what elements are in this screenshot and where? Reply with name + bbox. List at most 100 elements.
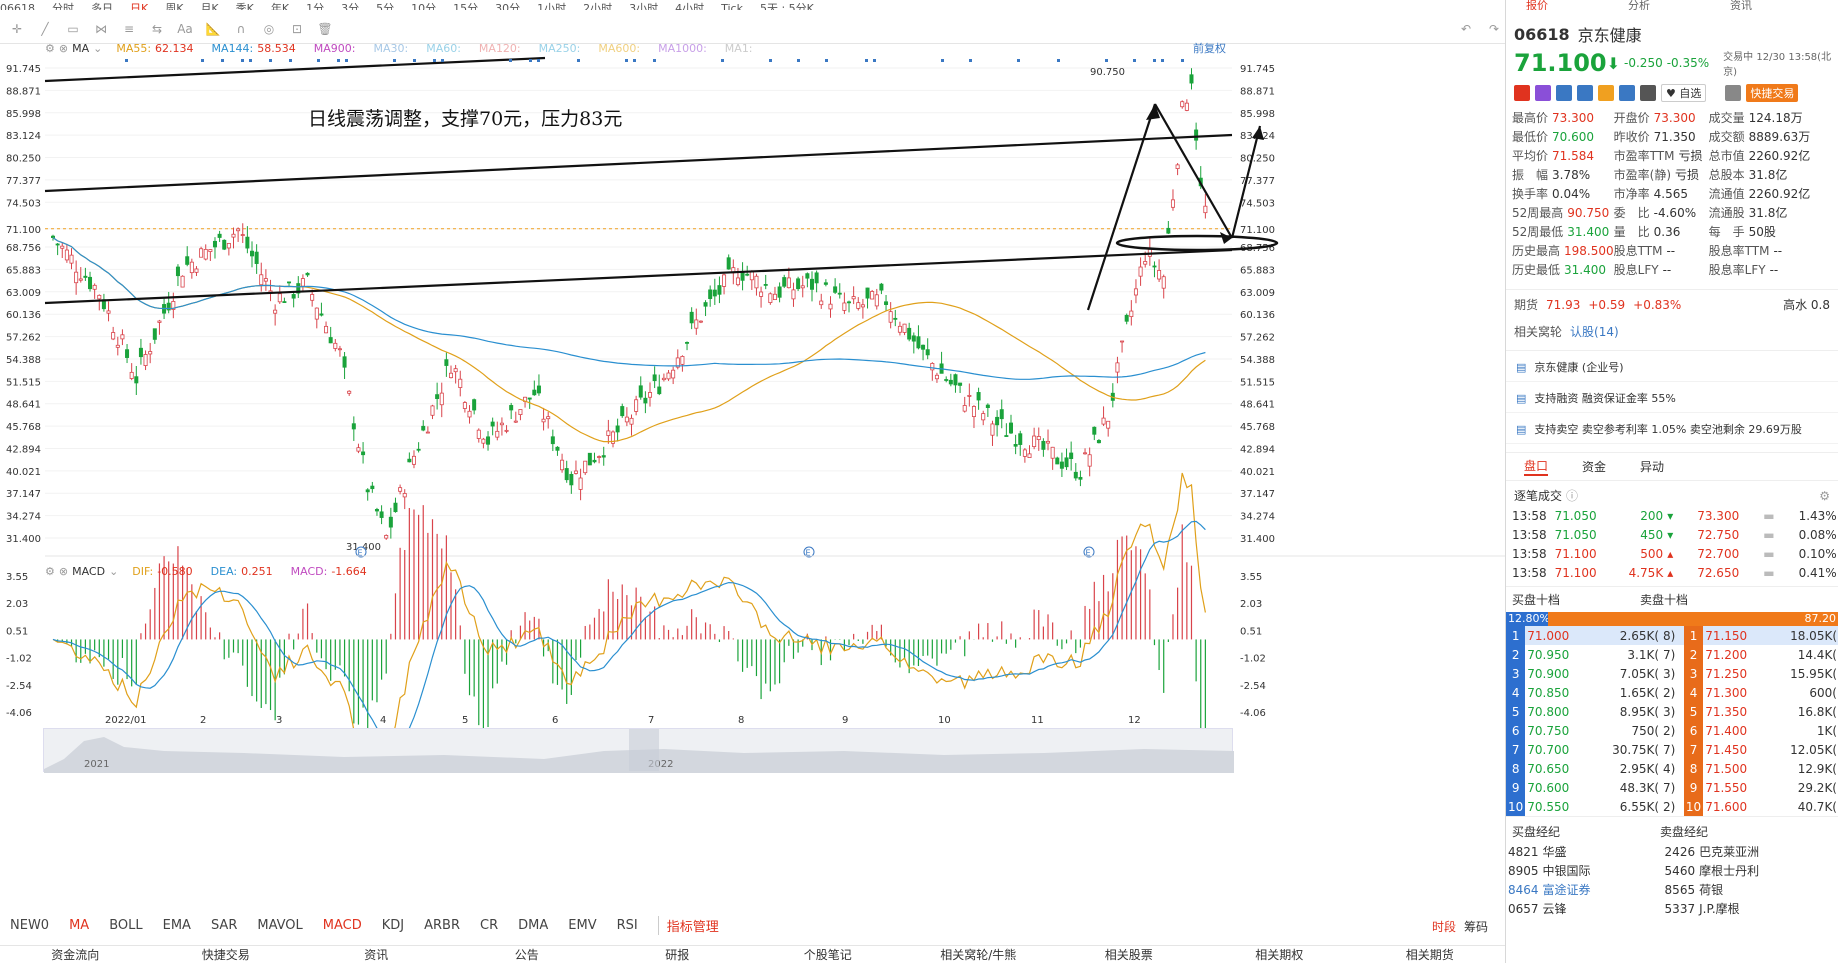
fib-tool-icon[interactable]: ≡ bbox=[118, 20, 140, 38]
news-dot[interactable] bbox=[269, 59, 272, 62]
macd-settings-icon[interactable]: ⚙ bbox=[45, 565, 55, 578]
news-dot[interactable] bbox=[1153, 59, 1156, 62]
indicator-10[interactable]: DMA bbox=[518, 918, 548, 933]
info-icon[interactable]: ⓘ bbox=[1566, 487, 1578, 504]
bid-price[interactable]: 71.000 bbox=[1525, 626, 1589, 645]
macd-close-icon[interactable]: ⊗ bbox=[59, 565, 68, 578]
bid-price[interactable]: 70.850 bbox=[1525, 683, 1589, 702]
bid-price[interactable]: 70.650 bbox=[1525, 759, 1589, 778]
bottom-link-6[interactable]: 相关窝轮/牛熊 bbox=[903, 946, 1054, 963]
news-dot[interactable] bbox=[969, 59, 972, 62]
lock-icon[interactable]: ⊡ bbox=[286, 20, 308, 38]
settings-small-icon[interactable]: ⚙ bbox=[1819, 489, 1830, 503]
ma-item-9[interactable]: MA1: bbox=[725, 42, 757, 55]
ma-item-4[interactable]: MA60: bbox=[426, 42, 465, 55]
rect-tool-icon[interactable]: ▭ bbox=[62, 20, 84, 38]
watchlist-button[interactable]: ♥ 自选 bbox=[1661, 84, 1707, 102]
ma-item-8[interactable]: MA1000: bbox=[658, 42, 711, 55]
news-dot[interactable] bbox=[529, 59, 532, 62]
navigator-window[interactable] bbox=[629, 729, 659, 771]
period-15[interactable]: 2小时 bbox=[583, 2, 612, 10]
sell-broker-name[interactable]: 荷银 bbox=[1697, 880, 1761, 899]
news-dot[interactable] bbox=[441, 59, 444, 62]
sell-broker-id[interactable]: 5337 bbox=[1651, 899, 1698, 918]
news-dot[interactable] bbox=[201, 59, 204, 62]
period-3[interactable]: 日K bbox=[130, 2, 149, 10]
news-dot[interactable] bbox=[1017, 59, 1020, 62]
period-8[interactable]: 1分 bbox=[306, 2, 324, 10]
candlestick-chart[interactable]: 91.745 91.745 88.871 88.871 85.998 85.998 83.1… bbox=[0, 56, 1505, 756]
ask-price[interactable]: 71.400 bbox=[1703, 721, 1767, 740]
macd-chevron-icon[interactable]: ⌄ bbox=[109, 565, 118, 578]
news-dot[interactable] bbox=[873, 59, 876, 62]
indicator-12[interactable]: RSI bbox=[617, 918, 638, 933]
depth-row[interactable]: 5 70.800 8.95K(3) 5 71.350 16.8K( bbox=[1506, 702, 1838, 721]
bottom-link-5[interactable]: 个股笔记 bbox=[753, 946, 904, 963]
eye-icon[interactable]: ◎ bbox=[258, 20, 280, 38]
bid-price[interactable]: 70.700 bbox=[1525, 740, 1589, 759]
related-value[interactable]: 认股(14) bbox=[1570, 323, 1619, 340]
period-18[interactable]: Tick bbox=[721, 2, 743, 10]
trendline-top[interactable] bbox=[44, 56, 546, 83]
bottom-link-8[interactable]: 相关期权 bbox=[1204, 946, 1355, 963]
indicator-5[interactable]: MAVOL bbox=[257, 918, 302, 933]
tab-orderbook[interactable]: 盘口 bbox=[1524, 457, 1549, 476]
text-tool-icon[interactable]: Aa bbox=[174, 20, 196, 38]
macd-item-0[interactable]: DIF: -0.580 bbox=[132, 565, 196, 578]
sell-broker-name[interactable]: 摩根士丹利 bbox=[1697, 861, 1761, 880]
ask-price[interactable]: 71.600 bbox=[1703, 797, 1767, 816]
bid-price[interactable]: 70.800 bbox=[1525, 702, 1589, 721]
tag-icon-2[interactable] bbox=[1556, 85, 1572, 101]
quick-trade-button[interactable]: 快捷交易 bbox=[1746, 84, 1799, 102]
close-icon[interactable]: ⊗ bbox=[59, 42, 68, 55]
depth-row[interactable]: 4 70.850 1.65K(2) 4 71.300 600( bbox=[1506, 683, 1838, 702]
sell-broker-name[interactable]: 巴克莱亚洲 bbox=[1697, 842, 1761, 861]
trash-icon[interactable]: 🗑 bbox=[314, 20, 336, 38]
bell-icon[interactable] bbox=[1725, 85, 1742, 101]
macd-item-1[interactable]: DEA: 0.251 bbox=[211, 565, 277, 578]
news-dot[interactable] bbox=[433, 59, 436, 62]
buy-broker-name[interactable]: 中银国际 bbox=[1541, 861, 1651, 880]
news-dot[interactable] bbox=[1133, 59, 1136, 62]
macd-label[interactable]: MACD bbox=[72, 565, 105, 578]
news-dot[interactable] bbox=[125, 59, 128, 62]
period-6[interactable]: 季K bbox=[236, 2, 254, 10]
sell-broker-id[interactable]: 5460 bbox=[1651, 861, 1698, 880]
info-row-1[interactable]: ▤ 支持融资 融资保证金率 55% bbox=[1506, 382, 1838, 413]
trendline-down[interactable] bbox=[1154, 103, 1233, 239]
period-10[interactable]: 5分 bbox=[376, 2, 394, 10]
buy-broker-id[interactable]: 0657 bbox=[1506, 899, 1541, 918]
ma-item-2[interactable]: MA900: bbox=[314, 42, 360, 55]
ma-label[interactable]: MA bbox=[72, 42, 89, 55]
news-dot[interactable] bbox=[653, 59, 656, 62]
news-dot[interactable] bbox=[941, 59, 944, 62]
indicator-3[interactable]: EMA bbox=[163, 918, 191, 933]
period-14[interactable]: 1小时 bbox=[537, 2, 566, 10]
time-navigator[interactable]: 2021 2022 bbox=[43, 728, 1234, 773]
chevron-down-icon[interactable]: ⌄ bbox=[93, 42, 102, 55]
bottom-link-7[interactable]: 相关股票 bbox=[1054, 946, 1205, 963]
info-row-0[interactable]: ▤ 京东健康 (企业号) bbox=[1506, 351, 1838, 382]
buy-broker-id[interactable]: 4821 bbox=[1506, 842, 1541, 861]
bid-price[interactable]: 70.550 bbox=[1525, 797, 1589, 816]
news-dot[interactable] bbox=[337, 59, 340, 62]
ask-price[interactable]: 71.350 bbox=[1703, 702, 1767, 721]
pattern-tool-icon[interactable]: ⋈ bbox=[90, 20, 112, 38]
news-dot[interactable] bbox=[221, 59, 224, 62]
period-11[interactable]: 10分 bbox=[411, 2, 436, 10]
indicator-7[interactable]: KDJ bbox=[382, 918, 404, 933]
bottom-link-9[interactable]: 相关期货 bbox=[1355, 946, 1506, 963]
period-4[interactable]: 周K bbox=[165, 2, 183, 10]
ma-item-0[interactable]: MA55: 62.134 bbox=[116, 42, 197, 55]
news-dot[interactable] bbox=[825, 59, 828, 62]
indicator-6[interactable]: MACD bbox=[323, 918, 362, 933]
news-dot[interactable] bbox=[625, 59, 628, 62]
ma-item-3[interactable]: MA30: bbox=[373, 42, 412, 55]
period-1[interactable]: 分时 bbox=[52, 2, 74, 10]
bid-price[interactable]: 70.600 bbox=[1525, 778, 1589, 797]
ma-item-1[interactable]: MA144: 58.534 bbox=[212, 42, 300, 55]
tab-anomaly[interactable]: 异动 bbox=[1640, 458, 1664, 475]
ask-price[interactable]: 71.150 bbox=[1703, 626, 1767, 645]
period-19[interactable]: 5天 : 5分K bbox=[760, 2, 814, 10]
news-dot[interactable] bbox=[317, 59, 320, 62]
